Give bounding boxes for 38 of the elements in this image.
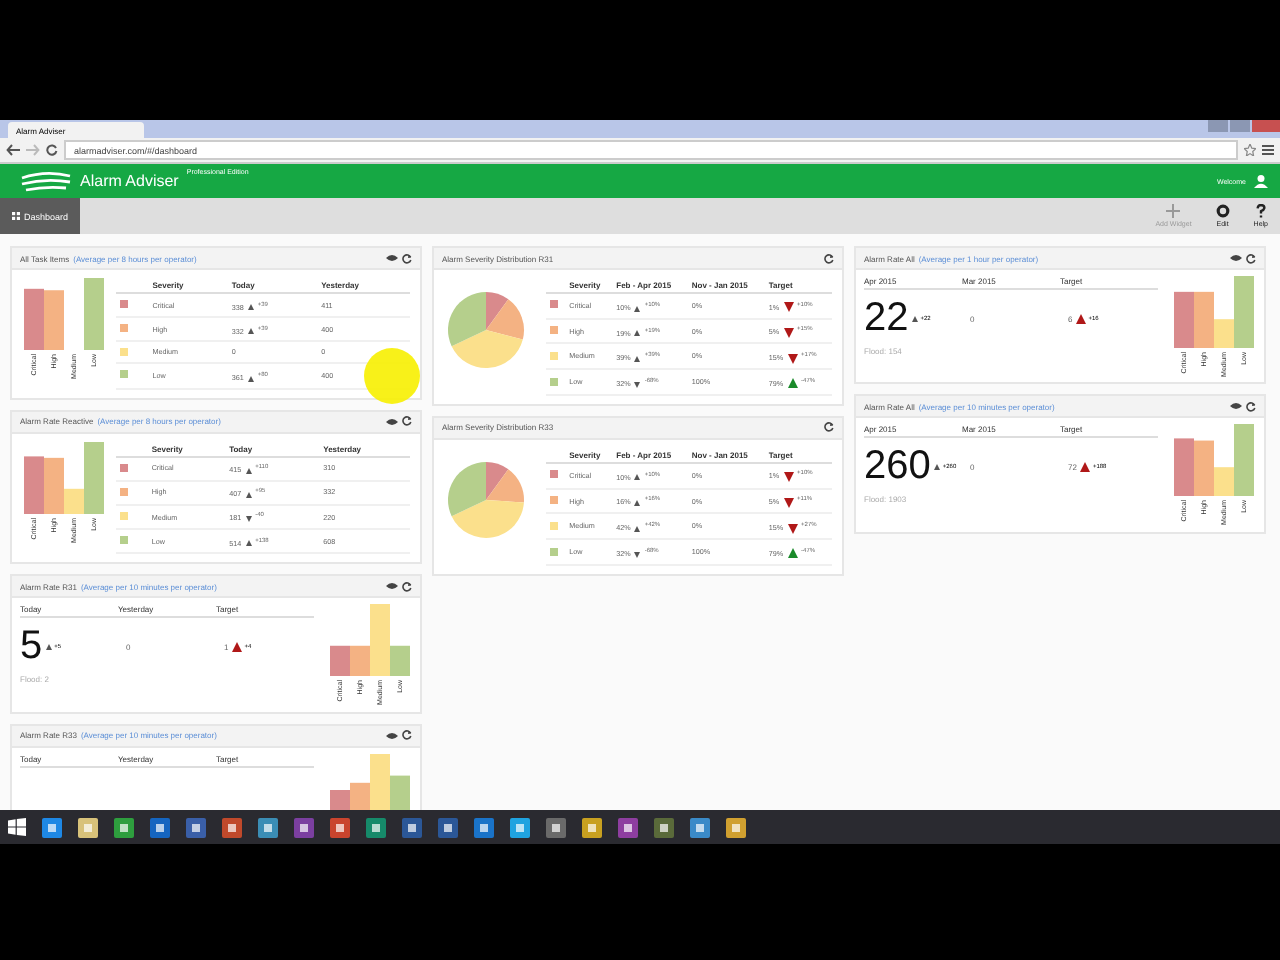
refresh-icon[interactable] <box>402 253 412 263</box>
eye-icon[interactable] <box>386 417 398 426</box>
main-value: 22 <box>864 294 909 344</box>
back-arrow-icon[interactable] <box>6 144 20 156</box>
eye-icon[interactable] <box>386 254 398 262</box>
bar-chart-drawing <box>24 278 104 350</box>
app-title: Alarm Adviser <box>80 172 179 190</box>
refresh-icon[interactable] <box>1246 401 1256 412</box>
pie-chart-drawing <box>446 290 526 370</box>
gear-icon <box>1215 204 1230 218</box>
refresh-icon[interactable] <box>824 253 834 263</box>
refresh-icon[interactable] <box>1246 253 1256 263</box>
bar-chart-drawing <box>24 441 104 514</box>
user-icon[interactable] <box>1254 174 1268 188</box>
refresh-icon[interactable] <box>402 730 412 741</box>
grid-icon <box>12 212 20 220</box>
bar-chart-drawing <box>1174 424 1254 497</box>
eye-icon[interactable] <box>386 582 398 591</box>
star-icon[interactable] <box>1244 144 1256 156</box>
refresh-icon[interactable] <box>402 581 412 592</box>
pie-chart-drawing <box>446 459 526 540</box>
refresh-icon[interactable] <box>402 416 412 427</box>
eye-icon[interactable] <box>1230 254 1242 262</box>
reload-icon[interactable] <box>46 144 58 156</box>
refresh-icon[interactable] <box>824 422 834 433</box>
main-value: 260 <box>864 442 931 493</box>
bar-chart-drawing <box>1174 276 1254 348</box>
eye-icon[interactable] <box>1230 402 1242 411</box>
plus-icon <box>1166 204 1181 218</box>
cursor-highlight-drawing <box>364 348 420 404</box>
bar-chart-drawing <box>330 753 410 810</box>
bar-chart-drawing <box>330 604 410 677</box>
main-value: 5 <box>20 622 43 673</box>
menu-icon[interactable] <box>1262 144 1274 156</box>
help-icon <box>1253 204 1268 218</box>
windows-logo-icon[interactable] <box>8 818 26 836</box>
eye-icon[interactable] <box>386 731 398 740</box>
logo-icon <box>20 169 72 193</box>
